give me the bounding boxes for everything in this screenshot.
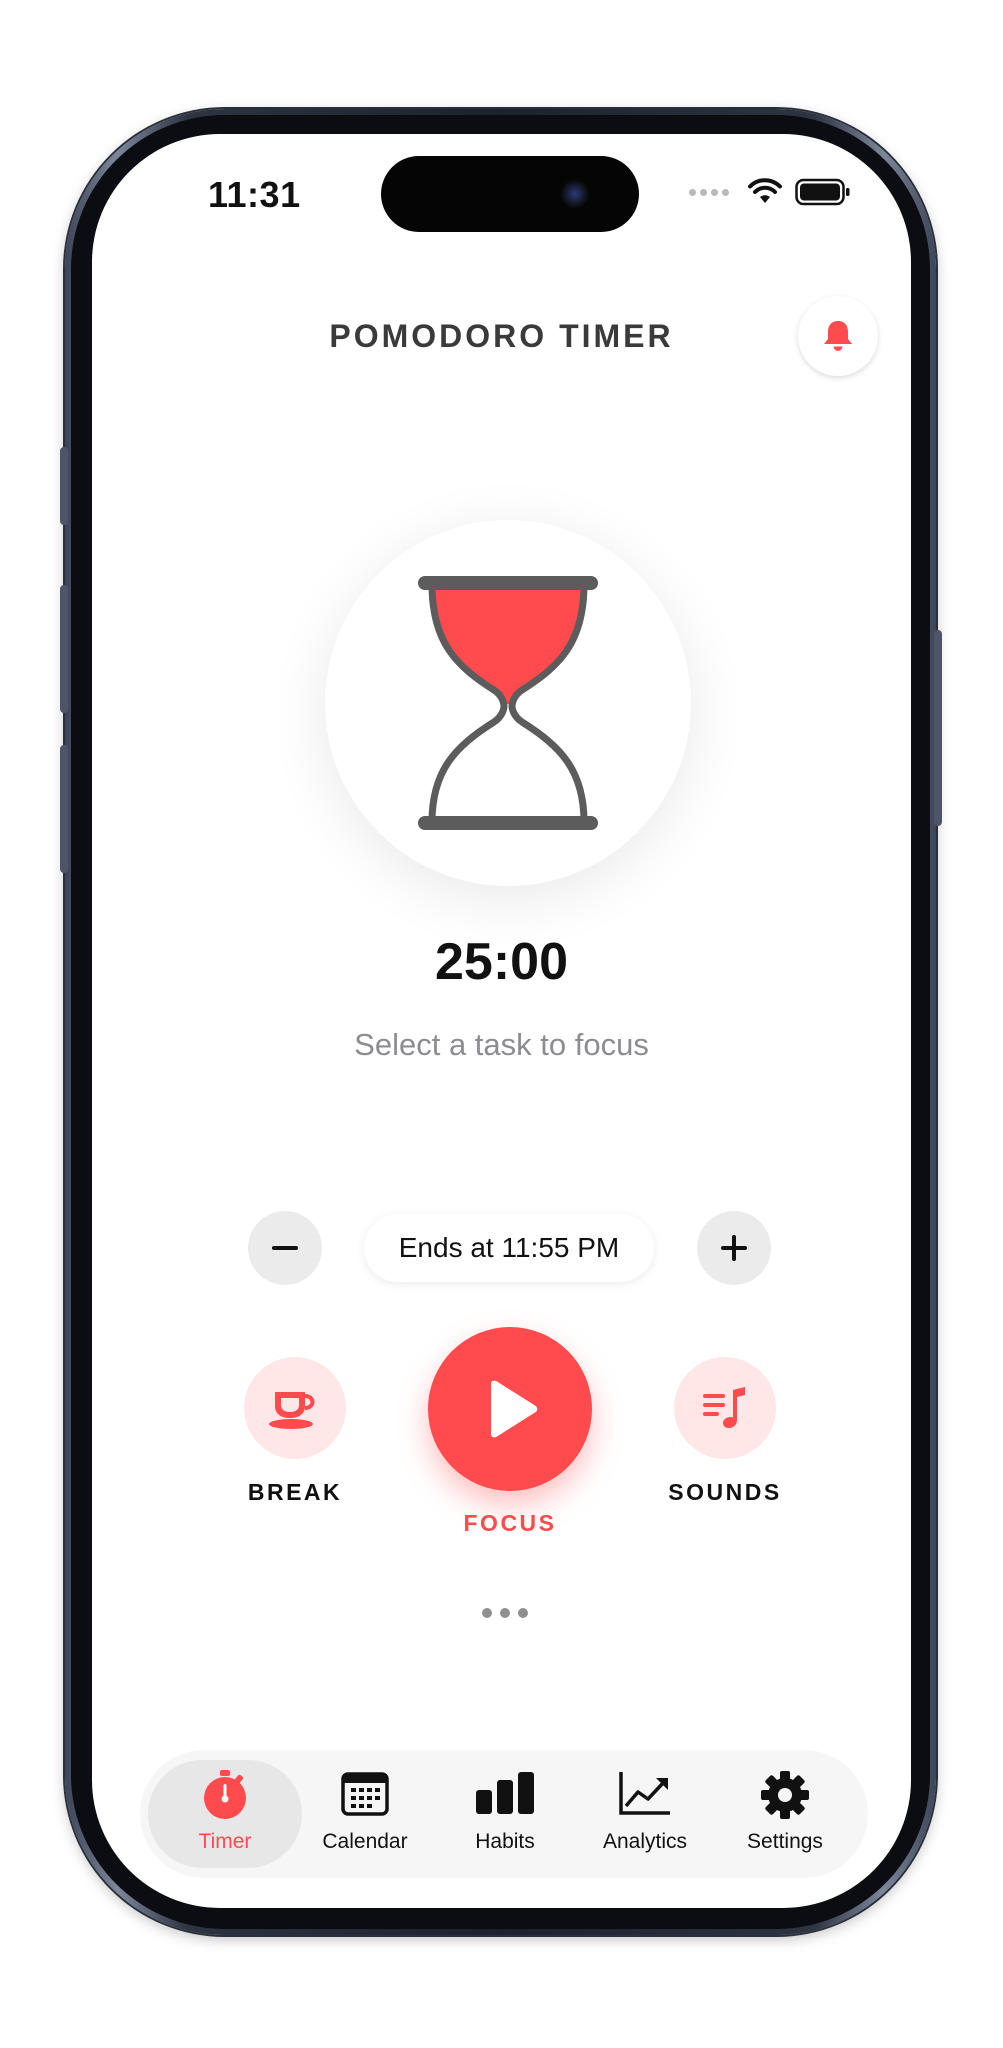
tab-timer[interactable]: Timer (155, 1750, 295, 1878)
minus-icon (272, 1246, 298, 1250)
task-prompt[interactable]: Select a task to focus (92, 1027, 911, 1063)
gear-icon (761, 1771, 809, 1819)
calendar-icon (341, 1772, 389, 1816)
volume-up-button (60, 585, 68, 713)
battery-icon (795, 178, 850, 206)
volume-down-button (60, 745, 68, 873)
tab-habits-label: Habits (475, 1830, 535, 1853)
hourglass-icon (418, 576, 598, 830)
break-button[interactable] (244, 1357, 346, 1459)
tab-timer-label: Timer (198, 1830, 252, 1853)
music-note-icon (703, 1387, 745, 1428)
tab-settings-label: Settings (747, 1830, 823, 1853)
end-time-label: Ends at 11:55 PM (398, 1232, 620, 1263)
page-title: POMODORO TIMER (329, 318, 674, 354)
timer-display: 25:00 (435, 933, 568, 991)
sounds-label: SOUNDS (668, 1479, 782, 1505)
bar-chart-icon (476, 1772, 534, 1814)
end-time-pill: Ends at 11:55 PM (364, 1214, 654, 1282)
sounds-button[interactable] (674, 1357, 776, 1459)
power-button (934, 630, 942, 826)
action-button (60, 447, 68, 525)
bell-icon (824, 321, 852, 351)
tab-analytics-label: Analytics (602, 1830, 688, 1853)
notifications-button[interactable] (798, 296, 878, 376)
stopwatch-icon (204, 1770, 246, 1819)
break-label: BREAK (247, 1479, 343, 1505)
line-chart-icon (619, 1772, 670, 1815)
play-icon (491, 1380, 538, 1438)
decrease-duration-button[interactable] (248, 1211, 322, 1285)
more-options-icon[interactable] (482, 1606, 538, 1620)
increase-duration-button[interactable] (697, 1211, 771, 1285)
status-icons (689, 178, 851, 206)
wifi-icon (748, 178, 782, 203)
tab-habits[interactable]: Habits (435, 1750, 575, 1878)
front-camera (561, 180, 589, 208)
status-time: 11:31 (208, 174, 301, 215)
app-screen: 11:31 POMODORO TIMER 25:00 Select a task… (92, 134, 911, 1908)
tab-calendar[interactable]: Calendar (295, 1750, 435, 1878)
tab-settings[interactable]: Settings (715, 1750, 855, 1878)
tab-analytics[interactable]: Analytics (575, 1750, 715, 1878)
hourglass-card (325, 520, 691, 886)
tab-bar: Timer Calendar Habits Analytics Settings (140, 1750, 868, 1878)
focus-label: FOCUS (463, 1510, 557, 1536)
start-focus-button[interactable] (428, 1327, 592, 1491)
tab-calendar-label: Calendar (322, 1830, 408, 1853)
plus-icon (721, 1235, 747, 1261)
dynamic-island (381, 156, 639, 232)
cellular-signal-icon (689, 188, 729, 196)
coffee-cup-icon (269, 1392, 315, 1429)
